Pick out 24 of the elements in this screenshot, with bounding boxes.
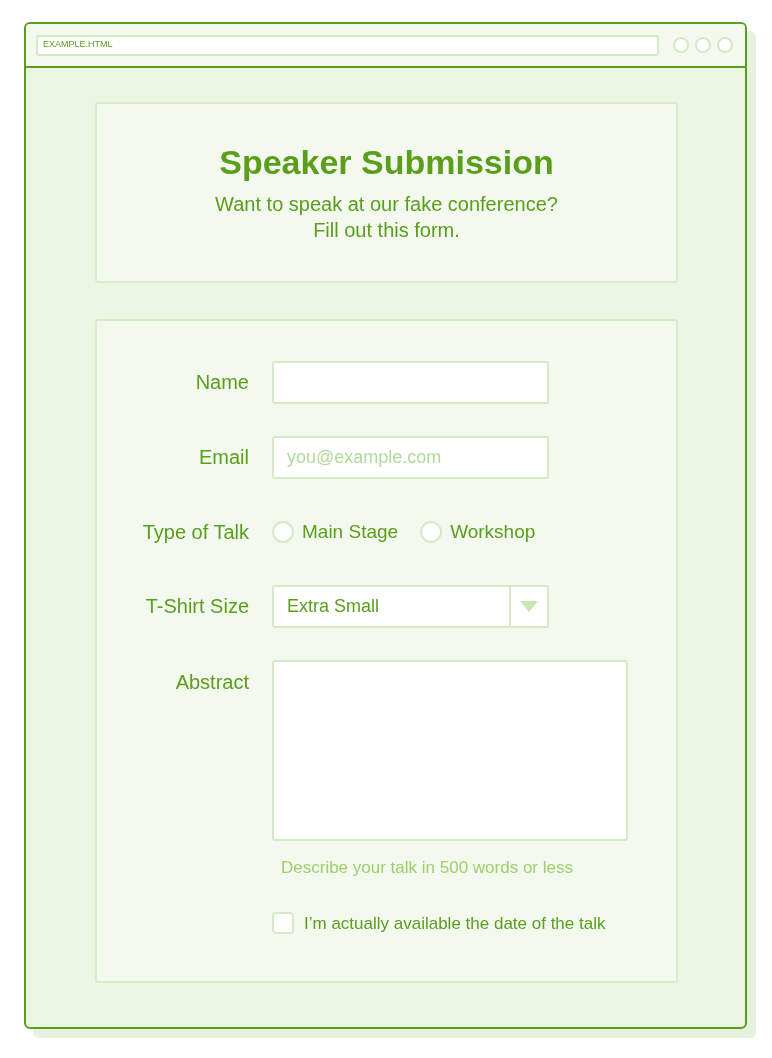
field-label: Abstract xyxy=(175,671,249,693)
radio-button[interactable] xyxy=(420,521,443,543)
radio-button[interactable] xyxy=(272,521,294,543)
window-control-icon[interactable] xyxy=(717,37,733,53)
radio-label[interactable]: Main Stage xyxy=(302,517,399,547)
checkbox-label[interactable]: I’m actually available the date of the talk xyxy=(304,910,606,936)
abstract-field[interactable] xyxy=(272,660,628,841)
checkbox[interactable] xyxy=(272,912,294,935)
caret-icon xyxy=(520,601,538,612)
help-text: Describe your talk in 500 words or less xyxy=(281,857,574,879)
name-field[interactable] xyxy=(272,361,549,404)
email-field[interactable]: you@example.com xyxy=(272,436,549,479)
size-dropdown[interactable]: Extra Small xyxy=(272,585,549,628)
page-title: Speaker Submission xyxy=(218,144,555,182)
window-control-icon[interactable] xyxy=(695,37,711,53)
subtitle-text: Fill out this form. xyxy=(312,218,461,244)
field-label: Type of Talk xyxy=(142,521,249,543)
window-control-icon[interactable] xyxy=(673,37,689,53)
subtitle-text: Want to speak at our fake conference? xyxy=(214,192,559,218)
radio-label[interactable]: Workshop xyxy=(450,517,536,547)
field-label: Name xyxy=(195,371,249,393)
address-bar[interactable]: EXAMPLE.HTML xyxy=(36,34,659,56)
field-label: Email xyxy=(199,446,249,468)
field-label: T-Shirt Size xyxy=(145,595,249,617)
